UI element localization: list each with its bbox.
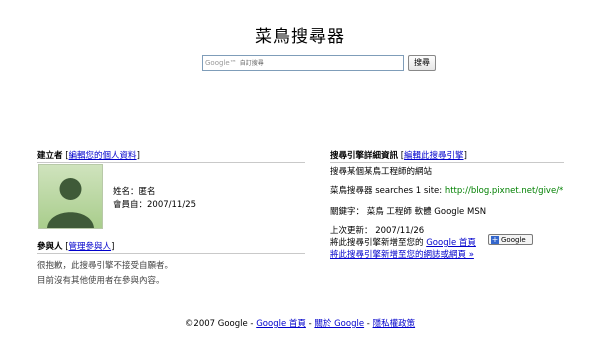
google-homepage-link[interactable]: Google 首頁 [426,238,476,248]
search-input[interactable]: Google™ 自訂搜尋 [202,55,404,71]
footer-privacy-link[interactable]: 隱私權政策 [373,319,416,329]
participants-line-1: 很抱歉，此搜尋引擎不接受自願者。 [37,261,174,271]
add-to-google-prefix: 將此搜尋引擎新增至您的 [330,238,424,248]
engine-details-section-heading: 搜尋引擎詳細資訊 [編輯此搜尋引擎] [330,149,564,163]
footer-separator: - [247,319,257,329]
engine-details-heading: 搜尋引擎詳細資訊 [330,151,399,161]
avatar [38,164,103,229]
search-button[interactable]: 搜尋 [408,55,436,71]
footer-separator: - [364,319,373,329]
footer-about-google-link[interactable]: 關於 Google [314,319,364,329]
add-to-google-row: 將此搜尋引擎新增至您的 Google 首頁 [330,236,476,248]
page-title: 菜鳥搜尋器 [255,27,345,47]
google-brand-watermark: Google™ [205,59,237,67]
edit-profile-link[interactable]: 編輯您的個人資料 [69,151,137,161]
plus-icon: + [491,235,499,244]
footer: ©2007 Google - Google 首頁 - 關於 Google - 隱… [0,317,600,329]
engine-last-updated: 上次更新： 2007/11/26 [330,226,425,236]
edit-engine-link[interactable]: 編輯此搜尋引擎 [404,151,464,161]
searches-prefix: 菜鳥搜尋器 searches 1 site: [330,186,445,196]
search-placeholder: 自訂搜尋 [239,60,264,67]
add-to-site-row: 將此搜尋引擎新增至您的網誌或網頁 » [330,248,474,260]
participants-heading: 參與人 [37,242,63,252]
member-since-value: 2007/11/25 [147,200,197,210]
engine-description: 搜尋某個某鳥工程師的網站 [330,167,433,177]
engine-searches-row: 菜鳥搜尋器 searches 1 site: http://blog.pixne… [330,184,563,196]
participants-line-2: 目前沒有其他使用者在參與內容。 [37,276,165,286]
name-value: 匿名 [138,187,156,197]
name-label: 姓名： [113,187,139,197]
copyright: ©2007 Google [184,319,248,329]
participants-section-heading: 參與人 [管理參與人] [37,240,305,254]
default-user-icon [47,178,94,228]
creator-heading: 建立者 [37,151,63,161]
manage-participants-link[interactable]: 管理參與人 [69,242,112,252]
engine-keywords: 關鍵字： 菜鳥 工程師 軟體 Google MSN [330,207,487,217]
add-to-google-button[interactable]: + Google [488,234,533,245]
creator-name-row: 姓名：匿名 [113,185,156,197]
member-since-label: 會員自： [113,200,148,210]
searched-site-url: http://blog.pixnet.net/give/* [444,186,564,196]
footer-google-home-link[interactable]: Google 首頁 [256,319,306,329]
add-to-blog-link[interactable]: 將此搜尋引擎新增至您的網誌或網頁 » [330,250,474,260]
creator-section-heading: 建立者 [編輯您的個人資料] [37,149,305,163]
member-since-row: 會員自：2007/11/25 [113,198,196,210]
add-to-google-badge-label: Google [501,236,526,244]
